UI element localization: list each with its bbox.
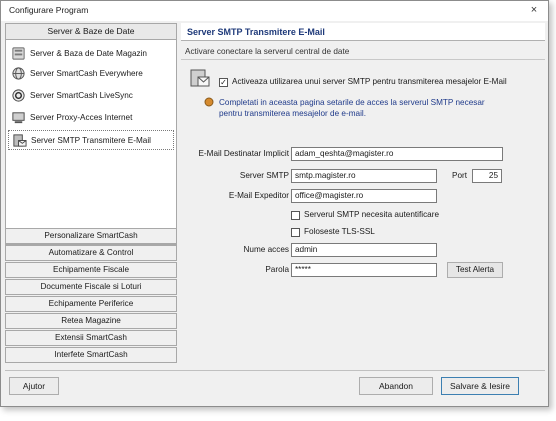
password-label: Parola bbox=[265, 265, 289, 274]
use-tls-checkbox[interactable] bbox=[291, 228, 300, 237]
require-auth-checkbox[interactable] bbox=[291, 211, 300, 220]
use-tls-label: Foloseste TLS-SSL bbox=[304, 227, 375, 236]
nav-button-echipamente-fiscale[interactable]: Echipamente Fiscale bbox=[5, 262, 177, 278]
sender-email-input[interactable]: office@magister.ro bbox=[291, 189, 437, 203]
nav-button-echipamente-periferice[interactable]: Echipamente Periferice bbox=[5, 296, 177, 312]
test-alert-button[interactable]: Test Alerta bbox=[447, 262, 503, 278]
nav-button-documente-fiscale[interactable]: Documente Fiscale si Loturi bbox=[5, 279, 177, 295]
nav-item-proxy[interactable]: Server Proxy-Acces Internet bbox=[8, 108, 174, 128]
info-bullet-icon bbox=[204, 97, 214, 107]
nav-button-interfete[interactable]: Interfete SmartCash bbox=[5, 347, 177, 363]
require-auth-label: Serverul SMTP necesita autentificare bbox=[304, 210, 440, 219]
nav-item-smtp[interactable]: Server SMTP Transmitere E-Mail bbox=[8, 130, 174, 150]
nav-item-label: Server SmartCash LiveSync bbox=[30, 91, 133, 100]
port-input[interactable]: 25 bbox=[472, 169, 502, 183]
nav-button-extensii[interactable]: Extensii SmartCash bbox=[5, 330, 177, 346]
save-exit-button[interactable]: Salvare & Iesire bbox=[441, 377, 519, 395]
username-input[interactable]: admin bbox=[291, 243, 437, 257]
help-button[interactable]: Ajutor bbox=[9, 377, 59, 395]
nav-item-livesync[interactable]: Server SmartCash LiveSync bbox=[8, 86, 174, 106]
mail-server-icon bbox=[13, 134, 27, 147]
port-label: Port bbox=[452, 171, 468, 180]
page-title: Server SMTP Transmitere E-Mail bbox=[181, 23, 545, 41]
nav-button-personalizare[interactable]: Personalizare SmartCash bbox=[5, 228, 177, 244]
section-label: Activare conectare la serverul central d… bbox=[185, 47, 350, 56]
smtp-server-label: Server SMTP bbox=[239, 171, 289, 180]
default-recipient-label: E-Mail Destinatar Implicit bbox=[198, 149, 289, 158]
nav-item-server-db[interactable]: Server & Baza de Date Magazin bbox=[8, 44, 174, 64]
sender-email-label: E-Mail Expeditor bbox=[228, 191, 289, 200]
content-panel: Server SMTP Transmitere E-Mail Activare … bbox=[181, 23, 545, 367]
info-text-line-2: pentru transmiterea mesajelor de e-mail. bbox=[219, 109, 366, 118]
enable-smtp-checkbox[interactable]: ✓ bbox=[219, 78, 228, 87]
smtp-settings-icon bbox=[190, 69, 210, 87]
nav-button-automatizare[interactable]: Automatizare & Control bbox=[5, 245, 177, 261]
enable-smtp-label: Activeaza utilizarea unui server SMTP pe… bbox=[232, 77, 507, 86]
server-icon bbox=[12, 47, 25, 60]
globe-icon bbox=[12, 67, 25, 80]
nav-item-label: Server SMTP Transmitere E-Mail bbox=[31, 136, 151, 145]
left-navigation: Server & Baze de Date Server & Baza de D… bbox=[5, 23, 177, 367]
computer-icon bbox=[12, 112, 25, 124]
nav-item-label: Server Proxy-Acces Internet bbox=[30, 113, 133, 122]
close-icon[interactable]: × bbox=[526, 2, 542, 18]
nav-item-label: Server & Baza de Date Magazin bbox=[30, 49, 147, 58]
smtp-server-input[interactable]: smtp.magister.ro bbox=[291, 169, 437, 183]
footer-divider bbox=[5, 370, 545, 371]
sync-icon bbox=[12, 89, 25, 102]
settings-window: Configurare Program × Server & Baze de D… bbox=[0, 0, 549, 407]
section-divider bbox=[181, 59, 545, 60]
nav-panel: Server & Baza de Date Magazin Server Sma… bbox=[5, 40, 177, 245]
cancel-button[interactable]: Abandon bbox=[359, 377, 433, 395]
title-bar: Configurare Program × bbox=[1, 1, 548, 21]
nav-button-retea-magazine[interactable]: Retea Magazine bbox=[5, 313, 177, 329]
info-text-line-1: Completati in aceasta pagina setarile de… bbox=[219, 98, 485, 107]
window-title: Configurare Program bbox=[9, 5, 89, 15]
default-recipient-input[interactable]: adam_qeshta@magister.ro bbox=[291, 147, 503, 161]
nav-item-everywhere[interactable]: Server SmartCash Everywhere bbox=[8, 64, 174, 84]
nav-section-header[interactable]: Server & Baze de Date bbox=[5, 23, 177, 40]
password-input[interactable]: ***** bbox=[291, 263, 437, 277]
nav-item-label: Server SmartCash Everywhere bbox=[30, 69, 143, 78]
username-label: Nume acces bbox=[243, 245, 289, 254]
